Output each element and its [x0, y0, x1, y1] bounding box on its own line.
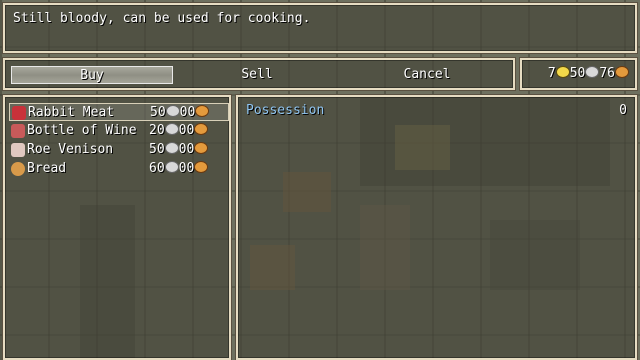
silver-coin-icon: [164, 123, 179, 135]
item-name: Bread: [27, 161, 67, 176]
silver-coin-icon: [164, 161, 179, 173]
silver-amount: 50: [569, 66, 586, 81]
item-name: Roe Venison: [27, 142, 114, 157]
silver-coin-icon: [585, 66, 600, 78]
gold-window: 7 50 76: [519, 57, 638, 91]
list-item-bottle-of-wine[interactable]: Bottle of Wine 20 00: [9, 122, 229, 140]
buy-list-window: Rabbit Meat 50 00 Bottle of Wine 20 00 Roe…: [2, 94, 232, 360]
item-price: 50 00: [150, 104, 210, 122]
buy-button[interactable]: Buy: [11, 66, 173, 84]
status-window: Possession 0: [235, 94, 638, 360]
list-item-rabbit-meat[interactable]: Rabbit Meat 50 00: [9, 103, 229, 121]
silver-coin-icon: [165, 105, 180, 117]
command-window: Buy Sell Cancel: [2, 57, 516, 91]
sell-button[interactable]: Sell: [181, 66, 333, 84]
possession-value: 0: [619, 103, 627, 118]
copper-coin-icon: [615, 66, 629, 78]
item-price: 50 00: [149, 141, 209, 159]
copper-coin-icon: [194, 123, 209, 135]
copper-coin-icon: [195, 105, 210, 117]
meat-icon: [12, 106, 26, 120]
gold-coin-icon: [555, 66, 570, 78]
copper-coin-icon: [194, 161, 209, 173]
wine-bottle-icon: [11, 124, 25, 138]
help-window: Still bloody, can be used for cooking.: [2, 2, 638, 54]
venison-icon: [11, 143, 25, 157]
possession-label: Possession: [246, 103, 325, 118]
copper-coin-icon: [194, 142, 209, 154]
item-price: 20 00: [149, 122, 209, 140]
list-item-bread[interactable]: Bread 60 00: [9, 160, 229, 178]
item-name: Bottle of Wine: [27, 123, 137, 138]
gold-readout: 7 50 76: [548, 66, 629, 81]
help-text: Still bloody, can be used for cooking.: [13, 11, 311, 26]
bread-icon: [11, 162, 25, 176]
item-price: 60 00: [149, 160, 209, 178]
cancel-button[interactable]: Cancel: [341, 66, 513, 84]
copper-amount: 76: [599, 66, 615, 81]
gold-amount: 7: [547, 66, 556, 81]
list-item-roe-venison[interactable]: Roe Venison 50 00: [9, 141, 229, 159]
silver-coin-icon: [164, 142, 179, 154]
item-name: Rabbit Meat: [28, 105, 115, 120]
